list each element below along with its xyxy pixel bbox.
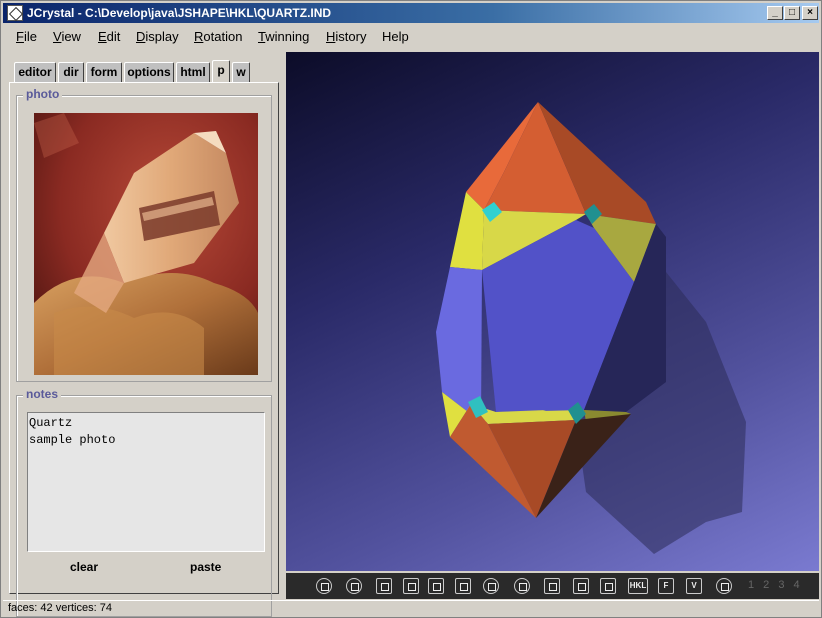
fit-icon[interactable] [376,578,392,594]
tab-p[interactable]: p [212,60,230,83]
photo-groupbox: photo [16,87,272,382]
paste-button[interactable]: paste [190,560,221,574]
notes-legend: notes [23,387,62,401]
tab-panel-p: photo notes Quartz sample photo clear pa… [9,82,279,617]
close-button[interactable]: × [802,6,818,20]
clear-button[interactable]: clear [70,560,98,574]
menu-help[interactable]: Help [382,29,409,44]
photo-legend: photo [23,87,63,101]
tab-editor[interactable]: editor [14,62,56,82]
twin-icon[interactable] [544,578,560,594]
print-icon[interactable] [716,578,732,594]
crystal-3d-view[interactable] [286,52,819,571]
page-numbers[interactable]: 1 2 3 4 [748,579,803,591]
menu-edit[interactable]: Edit [98,29,120,44]
f-icon[interactable]: F [658,578,674,594]
app-window: JCrystal - C:\Develop\java\JSHAPE\HKL\QU… [0,0,822,618]
tab-w[interactable]: w [232,62,250,82]
zoom-rotate-icon[interactable] [346,578,362,594]
menu-display[interactable]: Display [136,29,179,44]
window-title: JCrystal - C:\Develop\java\JSHAPE\HKL\QU… [27,6,332,20]
menu-bar: File View Edit Display Rotation Twinning… [3,25,819,49]
tab-dir[interactable]: dir [58,62,84,82]
left-panel: editor dir form options html p w photo n… [6,53,282,617]
pan-icon[interactable] [455,578,471,594]
tab-html[interactable]: html [176,62,210,82]
menu-file[interactable]: File [16,29,37,44]
frame-icon[interactable] [573,578,589,594]
menu-twinning[interactable]: Twinning [258,29,309,44]
move-icon[interactable] [428,578,444,594]
minimize-button[interactable]: _ [767,6,783,20]
v-icon[interactable]: V [686,578,702,594]
orbit-icon[interactable] [483,578,499,594]
notes-groupbox: notes Quartz sample photo clear paste [16,387,272,617]
hkl-icon[interactable]: HKL [628,578,648,594]
title-bar[interactable]: JCrystal - C:\Develop\java\JSHAPE\HKL\QU… [3,3,819,23]
shadow-icon[interactable] [600,578,616,594]
view-toolbar: HKL F V 1 2 3 4 [286,573,819,599]
rotate-icon[interactable] [316,578,332,594]
tab-form[interactable]: form [86,62,122,82]
quartz-photo [34,113,258,375]
box-icon[interactable] [403,578,419,594]
jcrystal-app-icon[interactable] [7,5,23,21]
zoom-icon[interactable] [514,578,530,594]
menu-history[interactable]: History [326,29,366,44]
tab-options[interactable]: options [124,62,174,82]
maximize-button[interactable]: □ [784,6,800,20]
menu-rotation[interactable]: Rotation [194,29,242,44]
menu-view[interactable]: View [53,29,81,44]
notes-textarea[interactable]: Quartz sample photo [27,412,265,552]
status-bar: faces: 42 vertices: 74 [3,600,819,616]
